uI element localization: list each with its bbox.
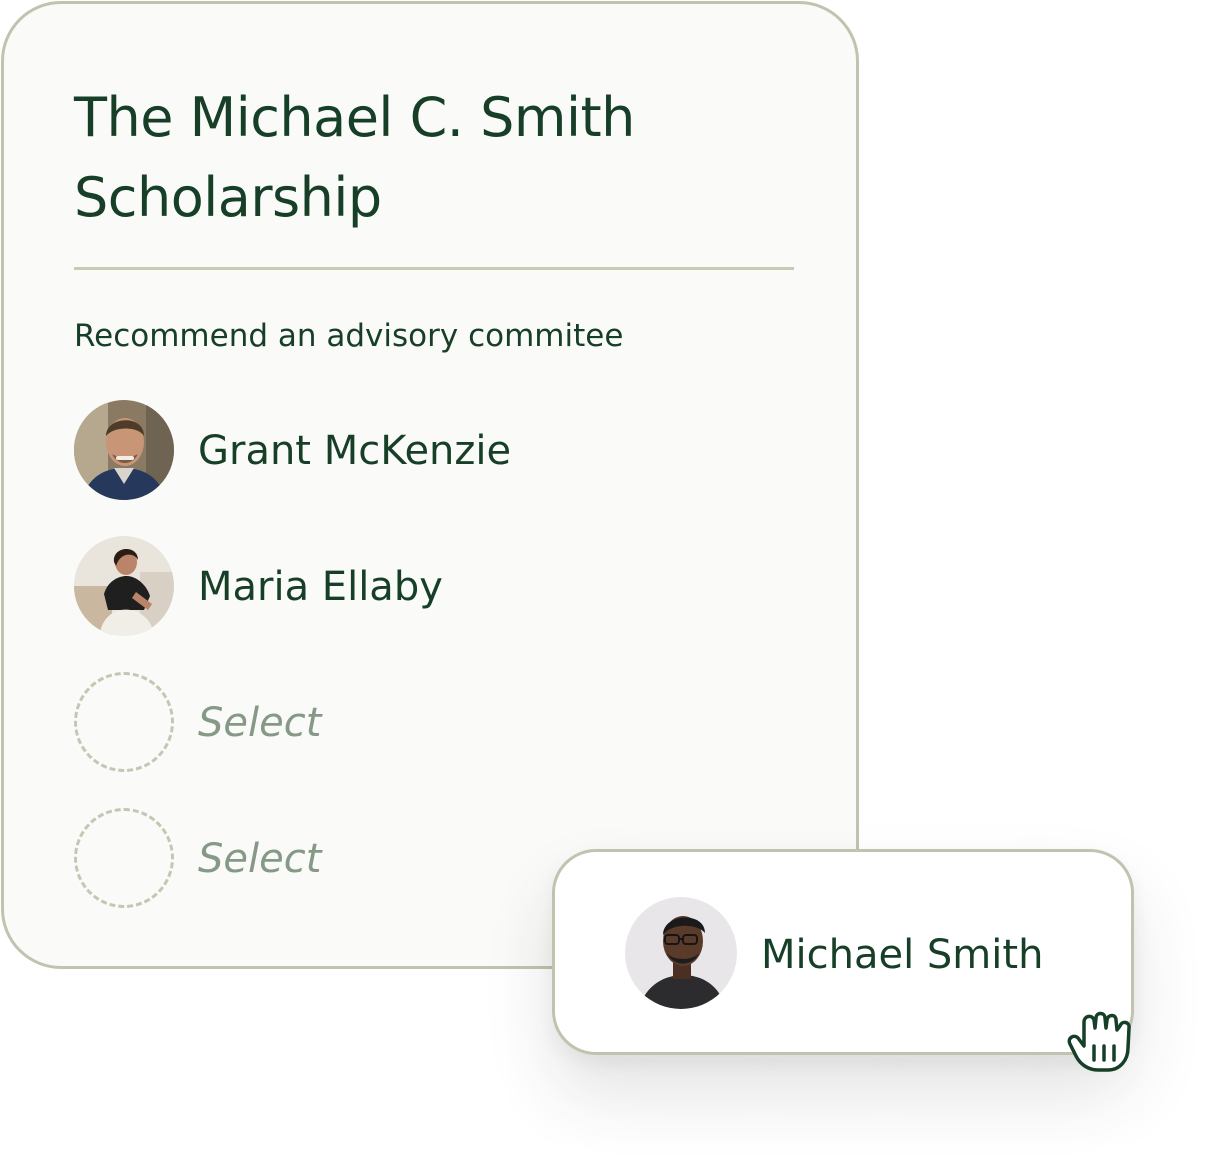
divider [74, 267, 794, 270]
select-label: Select [198, 836, 322, 882]
dragged-member-card[interactable]: Michael Smith [552, 849, 1134, 1055]
select-label: Select [198, 700, 322, 746]
avatar [74, 400, 174, 500]
member-name: Michael Smith [761, 932, 1044, 978]
committee-member-grant-mckenzie[interactable]: Grant McKenzie [74, 400, 774, 500]
avatar [625, 897, 737, 1009]
section-subtitle: Recommend an advisory commitee [74, 318, 624, 354]
empty-slot[interactable]: Select [74, 672, 774, 772]
empty-avatar-placeholder [74, 808, 174, 908]
member-name: Grant McKenzie [198, 428, 512, 474]
avatar [74, 536, 174, 636]
page-title: The Michael C. Smith Scholarship [74, 86, 635, 229]
empty-avatar-placeholder [74, 672, 174, 772]
member-name: Maria Ellaby [198, 564, 443, 610]
committee-member-maria-ellaby[interactable]: Maria Ellaby [74, 536, 774, 636]
scholarship-card: The Michael C. Smith Scholarship Recomme… [1, 1, 859, 969]
grab-hand-icon [1064, 1008, 1140, 1076]
